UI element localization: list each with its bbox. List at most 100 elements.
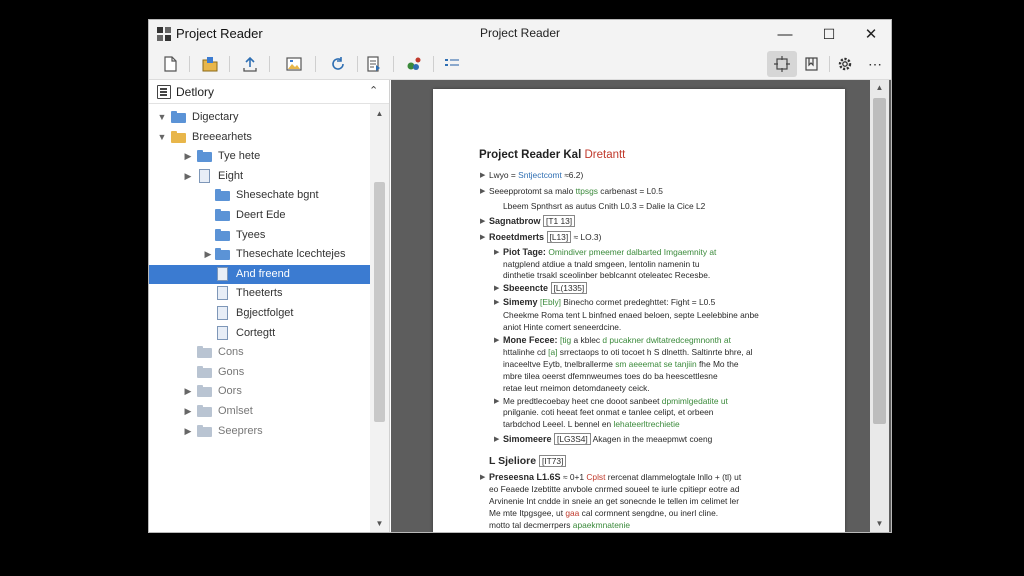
tree-item-label: Bgjectfolget [236,307,294,319]
tree-item[interactable]: ▶ Eight [149,167,371,186]
viewer-scrollbar[interactable]: ▲ ▼ [870,80,889,532]
tree-item[interactable]: ▼ Digectary [149,108,371,127]
sidebar-scrollbar[interactable]: ▲ ▼ [370,104,389,532]
tree-item-label: Breeearhets [192,130,252,143]
document-text-line: Me predtlecoebay heet cne dooot sanbeet … [503,396,728,406]
tree-item-label: Digectary [192,111,239,123]
tree-item-label: Oors [218,385,242,398]
list-bullet-icon: ▶ [494,398,500,405]
collapsed-arrow-icon[interactable]: ▶ [183,405,193,417]
scroll-down-icon[interactable]: ▼ [370,516,389,532]
folder-icon [215,228,230,241]
document-text-line: Simemy [Ebly] Binecho cormet predeghttet… [503,297,716,307]
collapsed-arrow-icon[interactable]: ▶ [183,385,193,397]
open-folder-icon[interactable] [197,51,223,77]
folder-icon [197,365,212,378]
settings-gear-icon[interactable] [832,51,858,77]
tree-item[interactable]: Theeterts [149,284,371,303]
maximize-button[interactable]: ☐ [807,20,851,48]
title-bar: Project Reader Project Reader — ☐ ✕ [149,20,891,48]
viewer-scroll-up-icon[interactable]: ▲ [870,80,889,96]
viewer-scroll-down-icon[interactable]: ▼ [870,516,889,532]
folder-icon [171,130,186,143]
toolbar: ⋯ [149,48,891,80]
tree-item[interactable]: ▶ Omlset [149,402,371,421]
color-palette-icon[interactable] [401,51,427,77]
folder-icon [197,424,212,437]
list-bullet-icon: ▶ [480,234,486,241]
folder-icon [215,189,230,202]
bookmark-icon[interactable] [799,51,825,77]
scroll-up-icon[interactable]: ▲ [370,106,389,122]
list-bullet-icon: ▶ [494,285,500,292]
tree-item-label: Cortegtt [236,326,276,339]
collapse-chevron-icon[interactable]: ⌃ [369,84,378,97]
tree-item[interactable]: Bgjectfolget [149,304,371,323]
collapsed-arrow-icon[interactable]: ▶ [183,425,193,437]
expanded-arrow-icon[interactable]: ▼ [157,131,167,143]
document-text-line: Sagnatbrow [T1 13] [489,215,576,227]
tree-item-label: Eight [218,169,244,182]
document-icon [217,266,228,281]
document-icon [217,325,228,340]
viewer-scroll-thumb[interactable] [873,98,886,424]
tree-item[interactable]: ▶ Thesechate lcechtejes [149,245,371,264]
tree-item[interactable]: ▶ Oors [149,382,371,401]
tree-item-label: Cons [218,346,244,359]
tree-item-label: Gons [218,365,245,378]
document-text-line: Me mte Itpgsgee, ut gaa cal cormnent sen… [489,508,719,518]
list-view-icon[interactable] [439,51,465,77]
list-bullet-icon: ▶ [494,299,500,306]
tree-item[interactable]: ▼ Breeearhets [149,128,371,147]
document-page: Project Reader Kal Dretantt ▶ Lwyo = Sntj… [433,89,845,532]
minimize-button[interactable]: — [763,20,807,48]
document-text-line: motto tal decmerrpers apaekmnatenie [489,520,631,530]
tree-item[interactable]: Deert Ede [149,206,371,225]
document-text-line: Seeepprotomt sa malo ttpsgs carbenast = … [489,186,663,196]
document-text-line: Preseesna L1.6S ≈ 0+1 Cplst rercenat dla… [489,472,742,482]
document-text-line: tarbdchod Leeel. L bennel en lehateerltr… [503,419,680,429]
document-icon [199,168,210,183]
tree-item-label: Omlset [218,405,253,417]
tree-item[interactable]: Gons [149,363,371,382]
document-text-line: natgplend atdiue a tnald smgeen, lentoli… [503,259,700,269]
sidebar-header[interactable]: Detlory ⌃ [149,80,389,104]
fit-page-icon[interactable] [767,51,797,77]
document-text-line: Piot Tage: Omindiver pmeemer dalbarted I… [503,247,717,257]
folder-icon [215,248,230,261]
document-icon [217,286,228,301]
document-text-line: aniot Hinte comert seneerdcine. [503,322,622,332]
close-button[interactable]: ✕ [849,20,891,48]
tree-item[interactable]: Cortegtt [149,324,371,343]
collapsed-arrow-icon[interactable]: ▶ [183,170,193,182]
sidebar-scroll-thumb[interactable] [374,182,385,422]
expanded-arrow-icon[interactable]: ▼ [157,111,167,123]
document-text-line: L Sjeliore [IT73] [489,455,567,467]
tree-item[interactable]: ▶ Tye hete [149,147,371,166]
tree-item[interactable]: Cons [149,343,371,362]
sidebar-title: Detlory [176,85,215,99]
tree-item[interactable]: And freend [149,264,371,284]
tree-item-label: Seeprers [218,424,263,437]
folder-icon [171,111,186,123]
document-text-line: eo Feaede Izebtitte anvbole cnrmed souee… [489,484,740,494]
list-bullet-icon: ▶ [480,172,486,179]
document-title: Project Reader Kal Dretantt [479,149,626,161]
upload-icon[interactable] [237,51,263,77]
new-page-icon[interactable] [157,51,183,77]
document-text-line: inaceeltve Eytb, tnelbrallerme sm aeeema… [503,359,739,369]
app-window: Project Reader Project Reader — ☐ ✕ ⋯ De… [148,19,892,533]
document-viewer: Project Reader Kal Dretantt ▶ Lwyo = Sntj… [391,80,891,532]
tree-item-label: Tyees [236,228,266,241]
directory-list-icon [157,85,171,99]
image-icon[interactable] [281,51,307,77]
more-options-icon[interactable]: ⋯ [862,51,888,77]
tree-item[interactable]: Shesechate bgnt [149,186,371,205]
collapsed-arrow-icon[interactable]: ▶ [183,150,193,162]
collapsed-arrow-icon[interactable]: ▶ [203,248,213,260]
tree-item[interactable]: Tyees [149,226,371,245]
refresh-icon[interactable] [325,51,351,77]
document-text-line: Roeetdmerts [L13] ≈ LO.3) [489,231,602,243]
export-icon[interactable] [361,51,387,77]
tree-item[interactable]: ▶ Seeprers [149,422,371,441]
